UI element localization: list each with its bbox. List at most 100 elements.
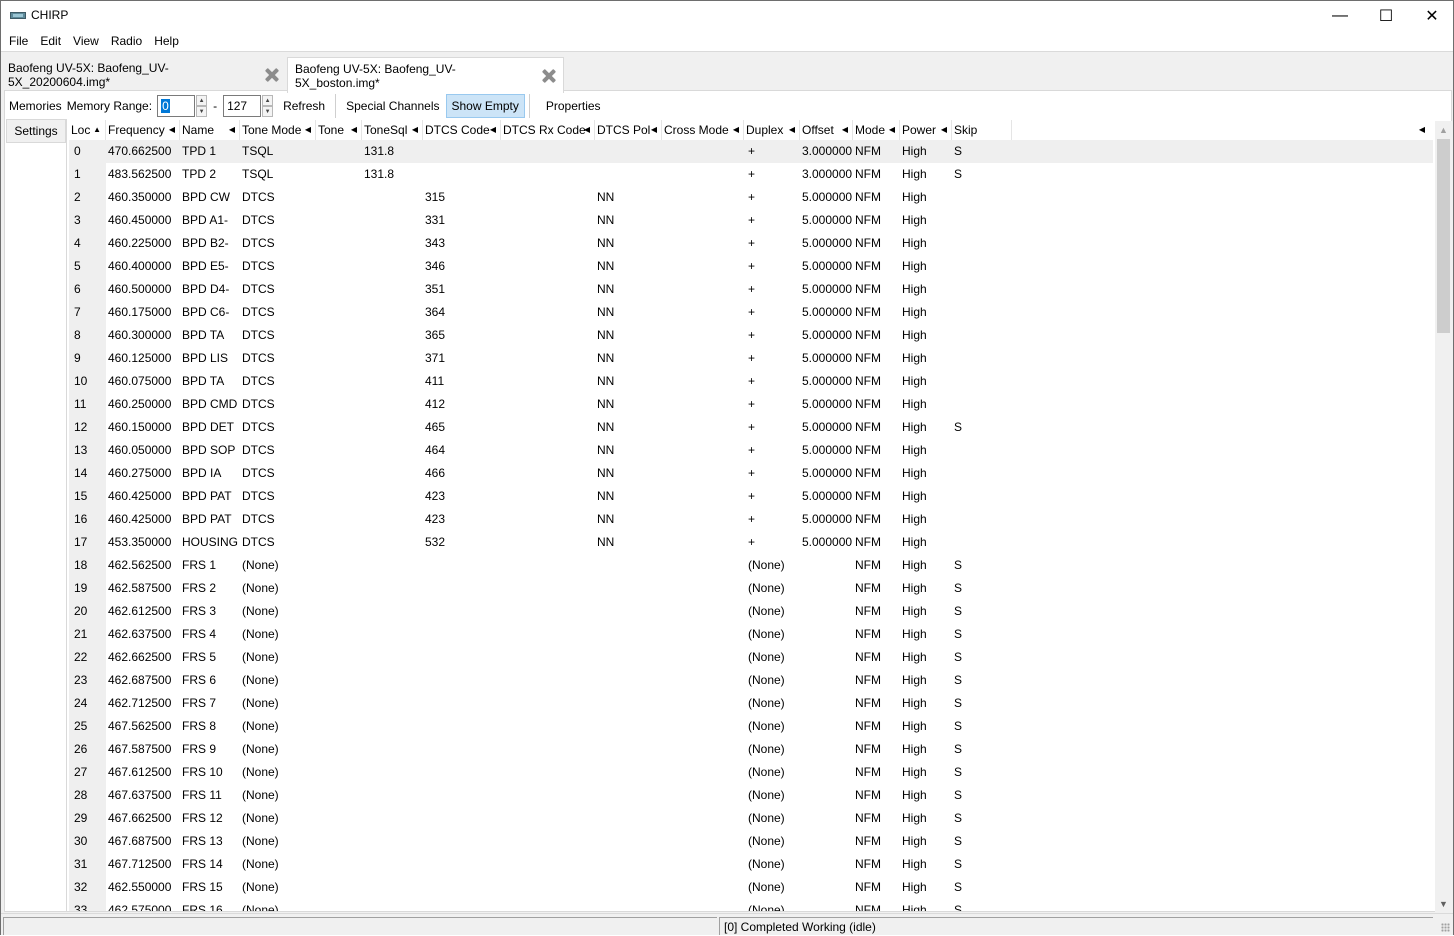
cell-power[interactable]: High <box>900 623 952 646</box>
cell-cross-mode[interactable] <box>662 876 744 899</box>
cell-dtcs-code[interactable] <box>423 600 501 623</box>
cell-name[interactable]: BPD SOP <box>180 439 240 462</box>
cell-offset[interactable]: 5.000000 <box>800 209 853 232</box>
cell-duplex[interactable]: + <box>744 439 800 462</box>
cell-name[interactable]: FRS 13 <box>180 830 240 853</box>
column-menu-icon[interactable]: ◀ <box>169 120 175 140</box>
cell-loc[interactable]: 22 <box>69 646 106 669</box>
cell-dtcs-pol[interactable] <box>595 830 662 853</box>
cell-dtcs-pol[interactable]: NN <box>595 347 662 370</box>
cell-duplex[interactable]: (None) <box>744 830 800 853</box>
cell-name[interactable]: FRS 15 <box>180 876 240 899</box>
cell-power[interactable]: High <box>900 669 952 692</box>
cell-frequency[interactable]: 462.662500 <box>106 646 180 669</box>
cell-dtcs-code[interactable]: 465 <box>423 416 501 439</box>
column-header-dtcs-rx-code[interactable]: DTCS Rx Code ◀ <box>501 120 595 140</box>
cell-cross-mode[interactable] <box>662 439 744 462</box>
cell-offset[interactable]: 5.000000 <box>800 347 853 370</box>
cell-dtcs-pol[interactable]: NN <box>595 393 662 416</box>
cell-name[interactable]: FRS 9 <box>180 738 240 761</box>
cell-duplex[interactable]: + <box>744 301 800 324</box>
cell-dtcs-rx-code[interactable] <box>501 646 595 669</box>
cell-cross-mode[interactable] <box>662 508 744 531</box>
cell-tone-mode[interactable]: DTCS <box>240 531 316 554</box>
cell-frequency[interactable]: 467.587500 <box>106 738 180 761</box>
cell-tone-mode[interactable]: (None) <box>240 577 316 600</box>
cell-power[interactable]: High <box>900 370 952 393</box>
cell-tone[interactable] <box>316 462 362 485</box>
cell-cross-mode[interactable] <box>662 761 744 784</box>
column-header-duplex[interactable]: Duplex ◀ <box>744 120 800 140</box>
column-menu-icon[interactable]: ◀ <box>1419 120 1425 140</box>
cell-power[interactable]: High <box>900 830 952 853</box>
column-header-frequency[interactable]: Frequency ◀ <box>106 120 180 140</box>
cell-tonesql[interactable] <box>362 278 423 301</box>
cell-duplex[interactable]: + <box>744 255 800 278</box>
cell-loc[interactable]: 33 <box>69 899 106 911</box>
cell-tone[interactable] <box>316 577 362 600</box>
cell-offset[interactable] <box>800 738 853 761</box>
cell-mode[interactable]: NFM <box>853 508 900 531</box>
cell-dtcs-code[interactable]: 346 <box>423 255 501 278</box>
cell-tone-mode[interactable]: (None) <box>240 646 316 669</box>
cell-duplex[interactable]: + <box>744 370 800 393</box>
cell-name[interactable]: FRS 3 <box>180 600 240 623</box>
cell-tone[interactable] <box>316 255 362 278</box>
cell-tone[interactable] <box>316 416 362 439</box>
cell-duplex[interactable]: + <box>744 393 800 416</box>
cell-dtcs-code[interactable]: 466 <box>423 462 501 485</box>
cell-name[interactable]: BPD DET <box>180 416 240 439</box>
cell-skip[interactable]: S <box>952 140 1012 163</box>
cell-tone[interactable] <box>316 485 362 508</box>
cell-frequency[interactable]: 460.450000 <box>106 209 180 232</box>
cell-cross-mode[interactable] <box>662 462 744 485</box>
cell-dtcs-pol[interactable] <box>595 692 662 715</box>
cell-loc[interactable]: 13 <box>69 439 106 462</box>
cell-duplex[interactable]: + <box>744 347 800 370</box>
cell-tone[interactable] <box>316 393 362 416</box>
cell-dtcs-pol[interactable] <box>595 784 662 807</box>
cell-cross-mode[interactable] <box>662 163 744 186</box>
cell-cross-mode[interactable] <box>662 232 744 255</box>
cell-tone[interactable] <box>316 738 362 761</box>
cell-tone-mode[interactable]: DTCS <box>240 186 316 209</box>
spin-down-icon[interactable]: ▼ <box>196 106 208 117</box>
cell-dtcs-rx-code[interactable] <box>501 209 595 232</box>
cell-loc[interactable]: 6 <box>69 278 106 301</box>
cell-cross-mode[interactable] <box>662 807 744 830</box>
cell-skip[interactable]: S <box>952 715 1012 738</box>
cell-dtcs-pol[interactable] <box>595 623 662 646</box>
cell-tone[interactable] <box>316 163 362 186</box>
cell-tone[interactable] <box>316 140 362 163</box>
column-header-tonesql[interactable]: ToneSql ◀ <box>362 120 423 140</box>
cell-frequency[interactable]: 462.550000 <box>106 876 180 899</box>
cell-name[interactable]: FRS 11 <box>180 784 240 807</box>
cell-power[interactable]: High <box>900 209 952 232</box>
cell-duplex[interactable]: (None) <box>744 784 800 807</box>
cell-offset[interactable] <box>800 830 853 853</box>
cell-skip[interactable]: S <box>952 646 1012 669</box>
cell-tonesql[interactable] <box>362 692 423 715</box>
table-row[interactable]: 20 462.612500 FRS 3 (None) (None) NFM High S <box>69 600 1433 623</box>
cell-tonesql[interactable] <box>362 255 423 278</box>
range-end-spinner[interactable]: 127 ▲ ▼ <box>223 95 274 117</box>
maximize-button[interactable]: ☐ <box>1363 1 1409 31</box>
table-row[interactable]: 2 460.350000 BPD CW DTCS 315 NN +5.000000 NFM Hi… <box>69 186 1433 209</box>
close-tab-icon[interactable] <box>542 69 556 83</box>
cell-mode[interactable]: NFM <box>853 255 900 278</box>
cell-dtcs-rx-code[interactable] <box>501 140 595 163</box>
cell-tonesql[interactable] <box>362 738 423 761</box>
cell-dtcs-rx-code[interactable] <box>501 508 595 531</box>
cell-skip[interactable] <box>952 278 1012 301</box>
table-row[interactable]: 25 467.562500 FRS 8 (None) (None) NFM High S <box>69 715 1433 738</box>
cell-dtcs-rx-code[interactable] <box>501 163 595 186</box>
table-row[interactable]: 32 462.550000 FRS 15 (None) (None) NFM High S <box>69 876 1433 899</box>
cell-dtcs-rx-code[interactable] <box>501 600 595 623</box>
cell-mode[interactable]: NFM <box>853 140 900 163</box>
cell-tonesql[interactable] <box>362 830 423 853</box>
cell-tonesql[interactable] <box>362 554 423 577</box>
cell-loc[interactable]: 26 <box>69 738 106 761</box>
cell-mode[interactable]: NFM <box>853 531 900 554</box>
cell-offset[interactable] <box>800 669 853 692</box>
cell-offset[interactable] <box>800 692 853 715</box>
